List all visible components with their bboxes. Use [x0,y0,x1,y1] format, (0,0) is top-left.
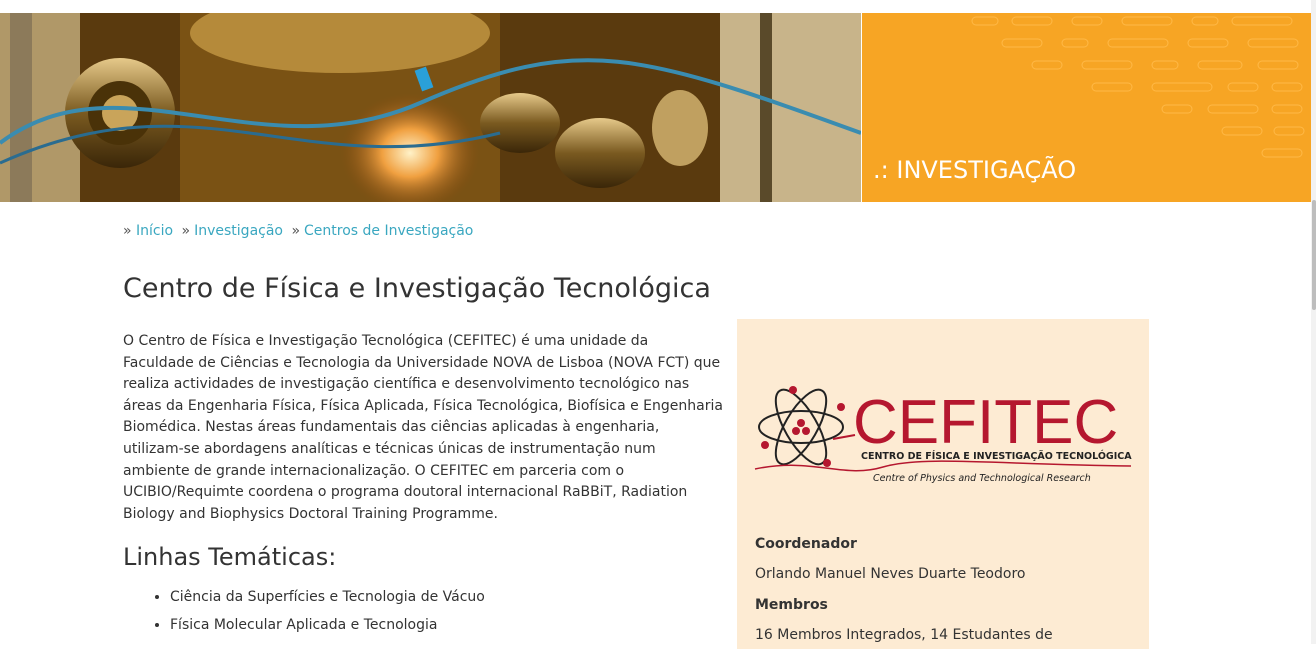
coordinator-name: Orlando Manuel Neves Duarte Teodoro [755,566,1026,582]
breadcrumb-link-inicio[interactable]: Início [136,223,173,239]
scrollbar-thumb[interactable] [1312,200,1316,310]
center-info-box: CEFITEC CENTRO DE FÍSICA E INVESTIGAÇÃO … [737,319,1149,649]
breadcrumb: » Início » Investigação » Centros de Inves… [123,223,473,239]
list-item: Física Molecular Aplicada e Tecnologia [170,613,485,641]
breadcrumb-link-centros[interactable]: Centros de Investigação [304,223,473,239]
list-item: Ciência da Superfícies e Tecnologia de V… [170,585,485,613]
page-title: Centro de Física e Investigação Tecnológ… [123,273,711,304]
scrollbar-track[interactable] [1311,0,1316,644]
logo-tagline: Centre of Physics and Technological Rese… [873,473,1091,484]
page-banner: .: INVESTIGAÇÃO [0,13,1311,202]
cefitec-logo: CEFITEC CENTRO DE FÍSICA E INVESTIGAÇÃO … [754,386,1132,484]
members-value: 16 Membros Integrados, 14 Estudantes de [755,627,1053,643]
banner-title-prefix: .: [873,156,889,184]
intro-paragraph: O Centro de Física e Investigação Tecnol… [123,333,723,522]
themes-heading: Linhas Temáticas: [123,543,337,571]
coordinator-label: Coordenador [755,536,857,552]
banner-title-text: INVESTIGAÇÃO [896,156,1077,184]
logo-wordmark: CEFITEC [853,388,1118,457]
banner-section-panel: .: INVESTIGAÇÃO [862,13,1311,202]
lab-equipment-image [0,13,861,202]
banner-title: .: INVESTIGAÇÃO [873,156,1076,184]
members-label: Membros [755,597,828,613]
themes-list: Ciência da Superfícies e Tecnologia de V… [146,585,485,641]
breadcrumb-separator: » [123,223,132,239]
breadcrumb-separator: » [291,223,301,239]
breadcrumb-link-investigacao[interactable]: Investigação [194,223,283,239]
breadcrumb-separator: » [181,223,191,239]
banner-lab-photo [0,13,861,202]
logo-subtitle: CENTRO DE FÍSICA E INVESTIGAÇÃO TECNOLÓG… [861,450,1132,462]
